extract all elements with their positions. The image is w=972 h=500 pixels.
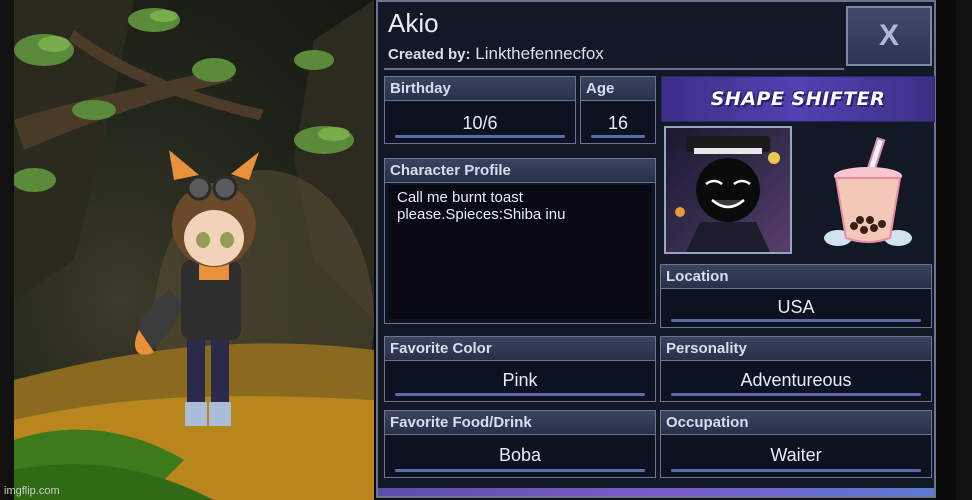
age-label: Age (581, 77, 655, 101)
favorite-color-underline (395, 393, 645, 396)
creator-name: Linkthefennecfox (475, 44, 604, 63)
favorite-food-underline (395, 469, 645, 472)
boba-tea-icon (818, 134, 918, 250)
character-profile-text: Call me burnt toast please.Spieces:Shiba… (397, 189, 566, 223)
character-profile-label: Character Profile (385, 159, 655, 183)
favorite-food-field[interactable]: Favorite Food/Drink Boba (384, 410, 656, 478)
character-profile-field[interactable]: Character Profile Call me burnt toast pl… (384, 158, 656, 324)
birthday-value[interactable]: 10/6 (385, 113, 575, 134)
personality-field[interactable]: Personality Adventureous (660, 336, 932, 402)
panel-bottom-bar (378, 488, 934, 496)
age-underline (591, 135, 645, 138)
favorite-color-label: Favorite Color (385, 337, 655, 361)
location-field[interactable]: Location USA (660, 264, 932, 328)
personality-label: Personality (661, 337, 931, 361)
birthday-field[interactable]: Birthday 10/6 (384, 76, 576, 144)
watermark: imgflip.com (4, 485, 60, 497)
banner-text: SHAPE SHIFTER (710, 88, 886, 110)
birthday-underline (395, 135, 565, 138)
favorite-color-value[interactable]: Pink (385, 370, 655, 391)
age-field[interactable]: Age 16 (580, 76, 656, 144)
location-label: Location (661, 265, 931, 289)
portrait-art (675, 136, 780, 252)
game-scene (14, 0, 374, 500)
location-underline (671, 319, 921, 322)
occupation-value[interactable]: Waiter (661, 445, 931, 466)
age-value[interactable]: 16 (581, 113, 655, 134)
location-value[interactable]: USA (661, 297, 931, 318)
character-portrait (664, 126, 792, 254)
letterbox-left (0, 0, 14, 500)
personality-underline (671, 393, 921, 396)
birthday-label: Birthday (385, 77, 575, 101)
creator-row: Created by: Linkthefennecfox (388, 44, 604, 64)
created-by-label: Created by: (388, 46, 471, 63)
favorite-food-value[interactable]: Boba (385, 445, 655, 466)
character-profile-panel: Akio Created by: Linkthefennecfox X Birt… (376, 0, 936, 498)
occupation-underline (671, 469, 921, 472)
divider (384, 68, 844, 70)
favorite-color-field[interactable]: Favorite Color Pink (384, 336, 656, 402)
close-icon: X (878, 19, 899, 52)
personality-value[interactable]: Adventureous (661, 370, 931, 391)
letterbox-right (956, 0, 972, 500)
occupation-field[interactable]: Occupation Waiter (660, 410, 932, 478)
occupation-label: Occupation (661, 411, 931, 435)
forest-background (14, 0, 374, 500)
shape-shifter-banner: SHAPE SHIFTER (661, 76, 935, 122)
boba-drawing (824, 136, 912, 246)
close-button[interactable]: X (846, 6, 932, 66)
favorite-food-label: Favorite Food/Drink (385, 411, 655, 435)
character-name[interactable]: Akio (388, 8, 439, 39)
